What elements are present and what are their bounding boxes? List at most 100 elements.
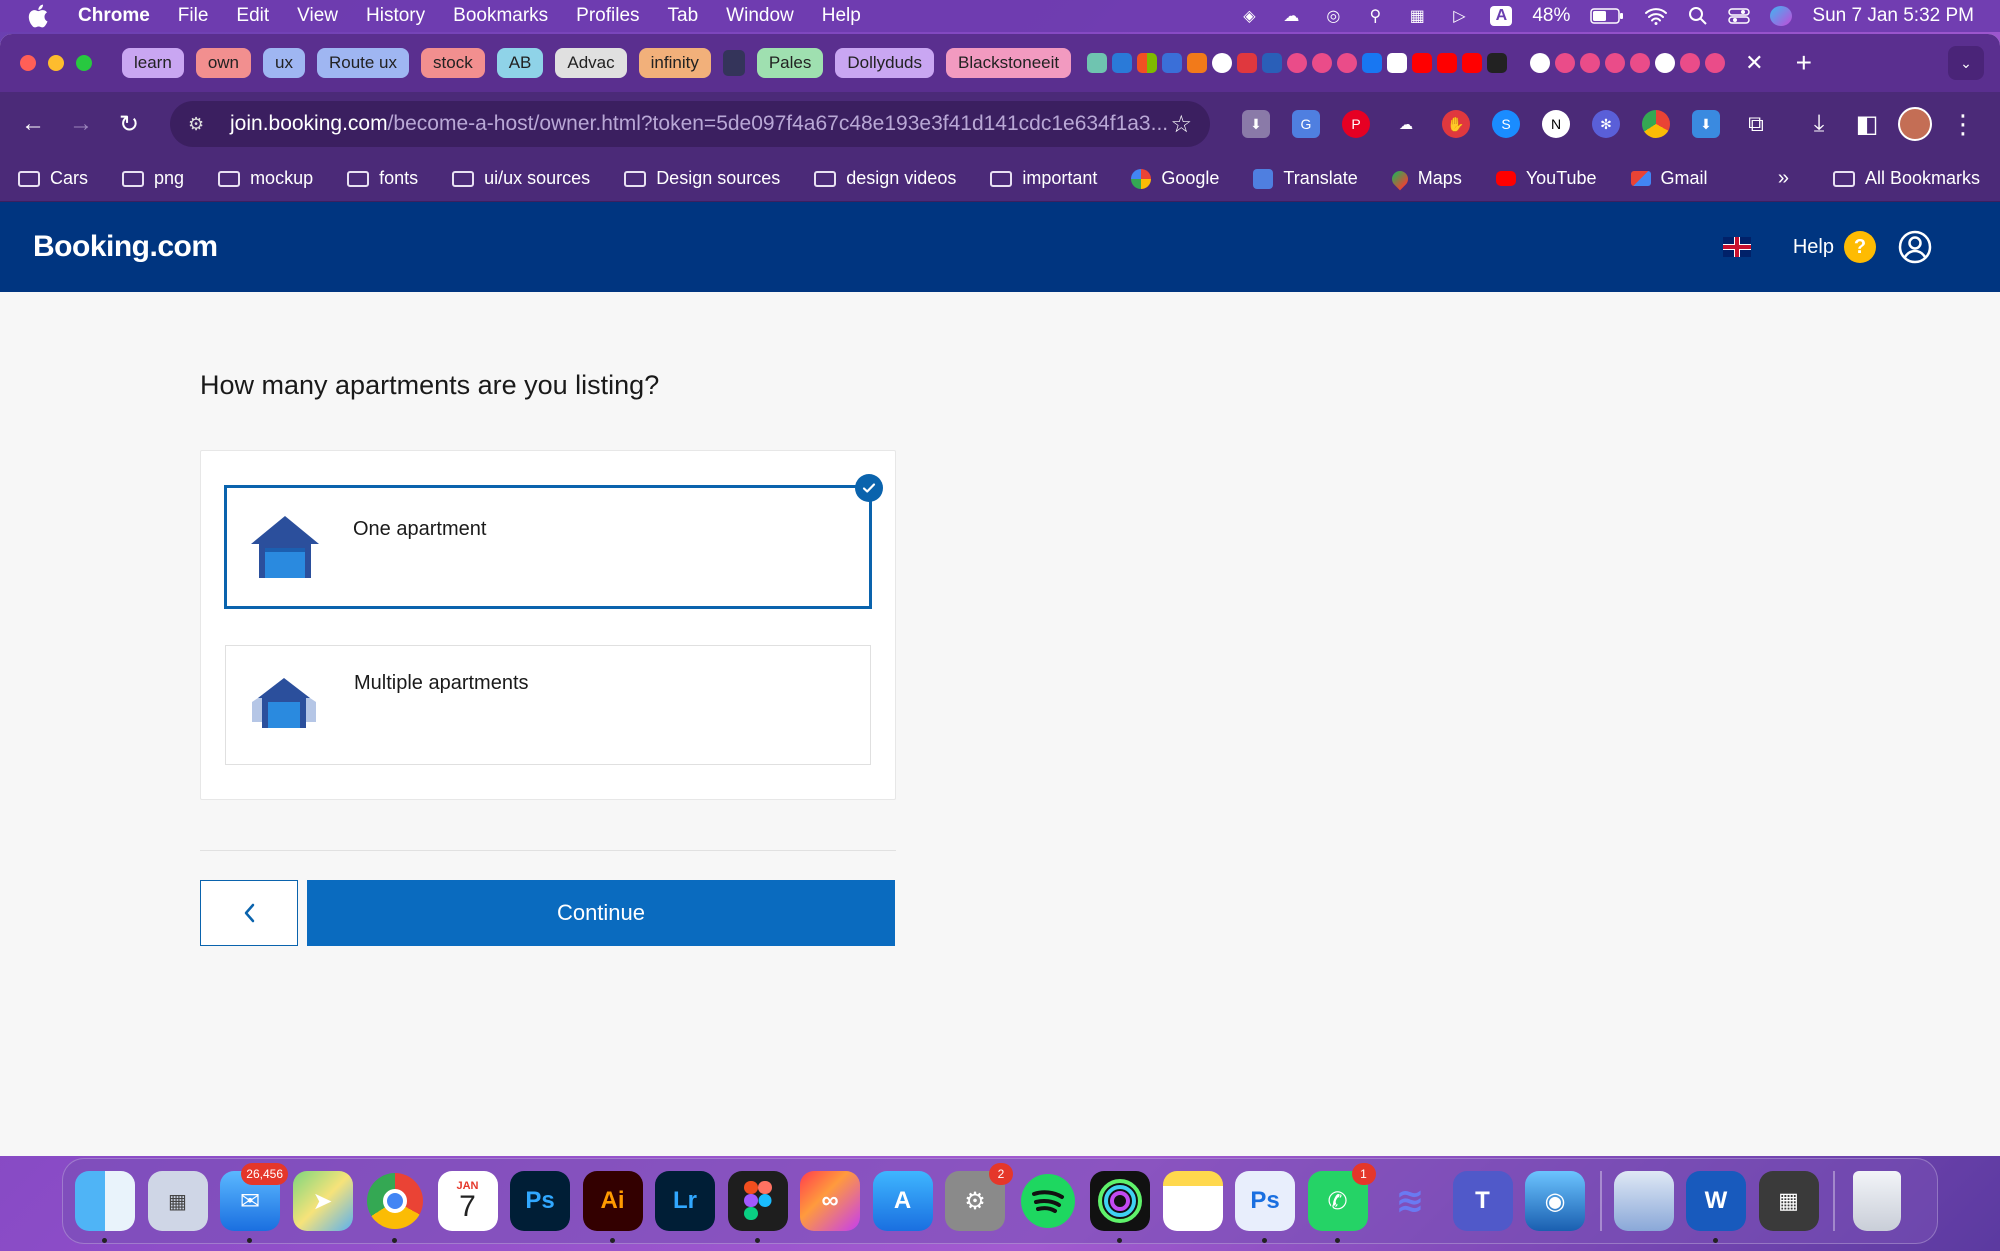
tab-group-infinity[interactable]: infinity [638,48,711,78]
tab-group-advac[interactable]: Advac [555,48,627,78]
bookmark-star-icon[interactable]: ☆ [1170,110,1192,139]
quicktime-app-icon[interactable]: ◉ [1525,1171,1585,1231]
trash-icon[interactable] [1853,1171,1901,1231]
tab-group-stock[interactable]: stock [421,48,485,78]
profile-avatar[interactable] [1898,107,1932,141]
bookmark-google[interactable]: Google [1131,168,1219,189]
tab-favicon[interactable] [1412,53,1433,73]
tab-favicon[interactable] [1212,53,1233,73]
more-bookmarks-chevron-icon[interactable]: » [1778,167,1789,190]
all-bookmarks-folder[interactable]: All Bookmarks [1832,168,1980,189]
bookmark-folder-important[interactable]: important [990,168,1097,189]
tab-favicon[interactable] [1162,53,1183,73]
tab-favicon[interactable] [1187,53,1208,73]
uk-flag-language-icon[interactable] [1722,237,1751,257]
activity-rings-app-icon[interactable] [1090,1171,1150,1243]
downloads-icon[interactable]: ⤓ [1802,107,1836,141]
tab-group-learn[interactable]: learn [122,48,184,78]
teams-app-icon[interactable]: T [1452,1171,1513,1231]
chrome-app-icon[interactable] [365,1171,425,1243]
bookmark-translate[interactable]: Translate [1253,168,1358,189]
tab-group-dollyduds[interactable]: Dollyduds [835,48,935,78]
download-extension-icon[interactable]: ⬇ [1692,110,1720,138]
spotify-app-icon[interactable] [1018,1171,1078,1231]
menu-edit[interactable]: Edit [236,5,269,27]
menu-window[interactable]: Window [726,5,794,27]
tab-favicon[interactable] [1487,53,1508,73]
tab-favicon[interactable] [722,50,745,76]
colorpick-extension-icon[interactable]: ✻ [1592,110,1620,138]
puzzle-extensions-icon[interactable]: ⧉ [1742,110,1770,138]
adblock-extension-icon[interactable]: ✋ [1442,110,1470,138]
tab-favicon[interactable] [1555,53,1576,73]
tab-favicon[interactable] [1630,53,1651,73]
bookmark-maps[interactable]: Maps [1388,167,1462,190]
battery-icon[interactable] [1590,7,1624,25]
keyboard-menubar-icon[interactable]: ▦ [1406,6,1428,26]
play-menubar-icon[interactable]: ▷ [1448,6,1470,26]
tab-favicon[interactable] [1362,53,1383,73]
tab-favicon[interactable] [1287,53,1308,73]
bookmark-youtube[interactable]: YouTube [1495,168,1597,189]
tab-favicon[interactable] [1680,53,1701,73]
back-arrow-icon[interactable]: ← [16,107,50,141]
spotlight-search-icon[interactable] [1688,6,1708,26]
tab-favicon[interactable] [1605,53,1626,73]
address-bar[interactable]: ⚙ join.booking.com/become-a-host/owner.h… [170,101,1210,147]
close-tab-icon[interactable]: ✕ [1745,50,1763,76]
tab-favicon[interactable] [1137,53,1158,73]
bookmark-folder-mockup[interactable]: mockup [218,168,313,189]
finder-app-icon[interactable] [75,1171,135,1243]
tab-group-ux[interactable]: ux [263,48,305,78]
menu-tab[interactable]: Tab [668,5,699,27]
bookmark-gmail[interactable]: Gmail [1630,168,1708,189]
tab-group-blackstoneeit[interactable]: Blackstoneeit [946,48,1072,78]
side-panel-icon[interactable]: ◧ [1850,107,1884,141]
word-app-icon[interactable]: W [1686,1171,1746,1243]
menubar-clock[interactable]: Sun 7 Jan 5:32 PM [1812,5,1974,27]
menu-view[interactable]: View [297,5,338,27]
input-source-icon[interactable]: A [1490,6,1513,26]
calculator-app-icon[interactable]: ▦ [1758,1171,1819,1231]
menu-bookmarks[interactable]: Bookmarks [453,5,548,27]
cloud-sync-icon[interactable]: ☁ [1280,6,1302,26]
system-settings-app-icon[interactable]: ⚙ 2 [945,1163,1013,1231]
tab-favicon[interactable] [1387,53,1408,73]
tab-favicon[interactable] [1580,53,1601,73]
tab-search-chevron-icon[interactable]: ⌄ [1948,46,1984,80]
notes-app-icon[interactable] [1162,1171,1223,1231]
tab-group-pales[interactable]: Pales [756,48,824,78]
cloud-extension-icon[interactable]: ☁ [1392,110,1420,138]
more-menu-icon[interactable]: ⋮ [1950,109,1976,140]
bookmark-folder-fonts[interactable]: fonts [347,168,418,189]
translate-extension-icon[interactable]: G [1292,110,1320,138]
tab-favicon[interactable] [1530,53,1551,73]
help-link[interactable]: Help [1793,236,1834,259]
help-question-icon[interactable]: ? [1844,231,1876,263]
menu-help[interactable]: Help [822,5,861,27]
menu-profiles[interactable]: Profiles [576,5,639,27]
illustrator-app-icon[interactable]: Ai [582,1171,643,1243]
tab-group-own[interactable]: own [195,48,251,78]
site-settings-icon[interactable]: ⚙ [188,114,210,135]
tab-favicon[interactable] [1655,53,1676,73]
tab-group-route-ux[interactable]: Route ux [316,48,410,78]
siri-icon[interactable] [1770,6,1793,26]
tab-favicon[interactable] [1462,53,1483,73]
calendar-app-icon[interactable]: JAN 7 [437,1171,498,1231]
launchpad-app-icon[interactable]: ▦ [147,1171,208,1231]
bookmark-folder-uiux-sources[interactable]: ui/ux sources [452,168,590,189]
option-multiple-apartments[interactable]: Multiple apartments [225,645,871,765]
tab-favicon[interactable] [1262,53,1283,73]
user-account-icon[interactable] [1898,230,1932,264]
menu-history[interactable]: History [366,5,425,27]
notion-extension-icon[interactable]: N [1542,110,1570,138]
chrome-extension-icon[interactable] [1642,110,1670,138]
app-store-app-icon[interactable]: A [872,1171,933,1231]
sketch-layers-app-icon[interactable]: ≋ [1380,1171,1440,1231]
camera-menubar-icon[interactable]: ◎ [1322,6,1344,26]
whatsapp-app-icon[interactable]: ✆ 1 [1307,1163,1376,1243]
tab-favicon[interactable] [1087,53,1108,73]
preview-app-icon[interactable] [1613,1171,1674,1231]
figma-app-icon[interactable] [727,1171,788,1243]
